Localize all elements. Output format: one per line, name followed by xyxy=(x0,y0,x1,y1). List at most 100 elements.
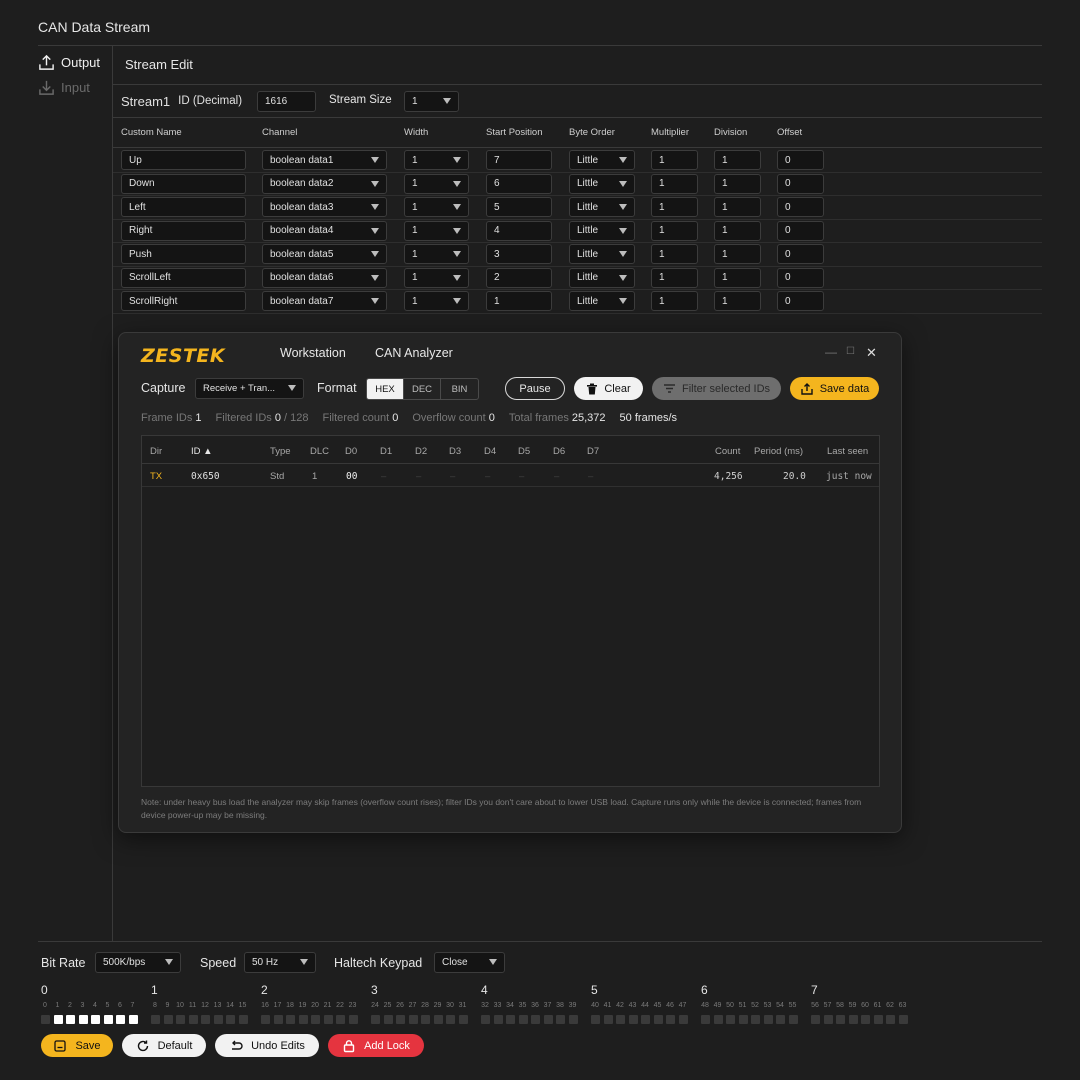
offset-input[interactable]: 0 xyxy=(777,244,824,264)
bit-toggle[interactable] xyxy=(408,1015,418,1024)
bit-toggle[interactable] xyxy=(493,1015,503,1024)
format-bin[interactable]: BIN xyxy=(441,379,478,399)
start-input[interactable]: 2 xyxy=(486,267,552,288)
keypad-select[interactable]: Close xyxy=(434,952,505,973)
order-select[interactable]: Little xyxy=(569,291,635,311)
channel-select[interactable]: boolean data5 xyxy=(262,244,387,264)
bit-toggle[interactable] xyxy=(848,1015,858,1024)
offset-input[interactable]: 0 xyxy=(777,197,824,217)
default-button[interactable]: Default xyxy=(122,1034,206,1057)
bit-toggle[interactable] xyxy=(713,1015,723,1024)
order-select[interactable]: Little xyxy=(569,244,635,264)
name-input[interactable]: Left xyxy=(121,197,246,217)
name-input[interactable]: Down xyxy=(121,173,246,194)
mult-input[interactable]: 1 xyxy=(651,150,698,170)
bitrate-select[interactable]: 500K/bps xyxy=(95,952,181,973)
div-input[interactable]: 1 xyxy=(714,150,761,170)
bit-toggle[interactable] xyxy=(603,1015,613,1024)
bit-toggle[interactable] xyxy=(78,1015,88,1024)
bit-toggle[interactable] xyxy=(151,1015,160,1024)
order-select[interactable]: Little xyxy=(569,220,635,241)
width-select[interactable]: 1 xyxy=(404,150,469,170)
bit-toggle[interactable] xyxy=(811,1015,820,1024)
div-input[interactable]: 1 xyxy=(714,244,761,264)
order-select[interactable]: Little xyxy=(569,150,635,170)
channel-select[interactable]: boolean data2 xyxy=(262,173,387,194)
mult-input[interactable]: 1 xyxy=(651,197,698,217)
format-dec[interactable]: DEC xyxy=(404,379,441,399)
save-data-button[interactable]: Save data xyxy=(790,377,879,400)
name-input[interactable]: ScrollRight xyxy=(121,291,246,311)
bit-toggle[interactable] xyxy=(53,1015,63,1024)
start-input[interactable]: 3 xyxy=(486,244,552,264)
bit-toggle[interactable] xyxy=(446,1015,455,1024)
bit-toggle[interactable] xyxy=(861,1015,870,1024)
bit-toggle[interactable] xyxy=(116,1015,125,1024)
bit-toggle[interactable] xyxy=(543,1015,553,1024)
bit-toggle[interactable] xyxy=(628,1015,638,1024)
bit-toggle[interactable] xyxy=(163,1015,173,1024)
bit-toggle[interactable] xyxy=(128,1015,138,1024)
bit-toggle[interactable] xyxy=(458,1015,468,1024)
start-input[interactable]: 4 xyxy=(486,220,552,241)
channel-select[interactable]: boolean data6 xyxy=(262,267,387,288)
speed-select[interactable]: 50 Hz xyxy=(244,952,316,973)
mult-input[interactable]: 1 xyxy=(651,244,698,264)
menu-can-analyzer[interactable]: CAN Analyzer xyxy=(375,346,453,360)
save-button[interactable]: Save xyxy=(41,1034,113,1057)
mult-input[interactable]: 1 xyxy=(651,173,698,194)
bit-toggle[interactable] xyxy=(298,1015,308,1024)
offset-input[interactable]: 0 xyxy=(777,173,824,194)
bit-toggle[interactable] xyxy=(726,1015,735,1024)
column-header-sorted[interactable]: ID ▲ xyxy=(191,446,213,457)
bit-toggle[interactable] xyxy=(823,1015,833,1024)
bit-toggle[interactable] xyxy=(188,1015,198,1024)
bit-toggle[interactable] xyxy=(898,1015,908,1024)
offset-input[interactable]: 0 xyxy=(777,291,824,311)
bit-toggle[interactable] xyxy=(213,1015,223,1024)
sidebar-item-output[interactable]: Output xyxy=(38,54,100,71)
bit-toggle[interactable] xyxy=(738,1015,748,1024)
name-input[interactable]: ScrollLeft xyxy=(121,267,246,288)
bit-toggle[interactable] xyxy=(311,1015,320,1024)
menu-workstation[interactable]: Workstation xyxy=(280,346,346,360)
bit-toggle[interactable] xyxy=(556,1015,565,1024)
div-input[interactable]: 1 xyxy=(714,220,761,241)
bit-toggle[interactable] xyxy=(396,1015,405,1024)
bit-toggle[interactable] xyxy=(286,1015,295,1024)
bit-toggle[interactable] xyxy=(873,1015,883,1024)
bit-toggle[interactable] xyxy=(226,1015,235,1024)
name-input[interactable]: Right xyxy=(121,220,246,241)
minimize-icon[interactable]: — xyxy=(825,345,837,359)
div-input[interactable]: 1 xyxy=(714,197,761,217)
channel-select[interactable]: boolean data3 xyxy=(262,197,387,217)
clear-button[interactable]: Clear xyxy=(574,377,643,400)
bit-toggle[interactable] xyxy=(433,1015,443,1024)
mult-input[interactable]: 1 xyxy=(651,267,698,288)
order-select[interactable]: Little xyxy=(569,267,635,288)
bit-toggle[interactable] xyxy=(336,1015,345,1024)
bit-toggle[interactable] xyxy=(421,1015,430,1024)
bit-toggle[interactable] xyxy=(176,1015,185,1024)
mult-input[interactable]: 1 xyxy=(651,291,698,311)
start-input[interactable]: 7 xyxy=(486,150,552,170)
bit-toggle[interactable] xyxy=(886,1015,895,1024)
bit-toggle[interactable] xyxy=(836,1015,845,1024)
bit-toggle[interactable] xyxy=(481,1015,490,1024)
width-select[interactable]: 1 xyxy=(404,267,469,288)
start-input[interactable]: 6 xyxy=(486,173,552,194)
bit-toggle[interactable] xyxy=(678,1015,688,1024)
bit-toggle[interactable] xyxy=(531,1015,540,1024)
start-input[interactable]: 1 xyxy=(486,291,552,311)
bit-toggle[interactable] xyxy=(371,1015,380,1024)
bit-toggle[interactable] xyxy=(788,1015,798,1024)
width-select[interactable]: 1 xyxy=(404,173,469,194)
bit-toggle[interactable] xyxy=(66,1015,75,1024)
order-select[interactable]: Little xyxy=(569,173,635,194)
channel-select[interactable]: boolean data4 xyxy=(262,220,387,241)
start-input[interactable]: 5 xyxy=(486,197,552,217)
bit-toggle[interactable] xyxy=(41,1015,50,1024)
width-select[interactable]: 1 xyxy=(404,197,469,217)
add-lock-button[interactable]: Add Lock xyxy=(328,1034,424,1057)
bit-toggle[interactable] xyxy=(103,1015,113,1024)
